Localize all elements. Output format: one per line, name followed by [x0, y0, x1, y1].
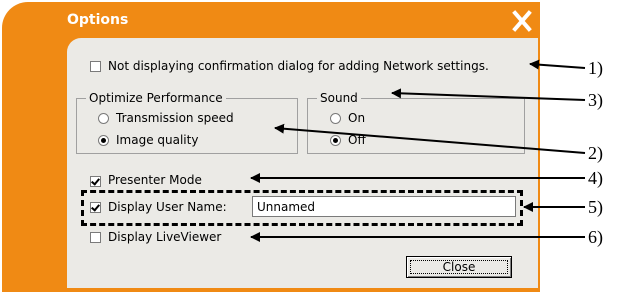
callout-label-2: 2) — [588, 143, 603, 163]
callout-label-4: 4) — [588, 168, 603, 188]
callout-label-1: 1) — [588, 58, 603, 78]
callout-label-6: 6) — [588, 227, 603, 247]
callout-arrow-3 — [391, 88, 586, 101]
callout-label-5: 5) — [588, 197, 603, 217]
callout-label-3: 3) — [588, 90, 603, 110]
callout-arrow-1 — [529, 59, 586, 70]
callout-arrow-2 — [274, 123, 586, 154]
callout-arrows — [250, 59, 586, 242]
